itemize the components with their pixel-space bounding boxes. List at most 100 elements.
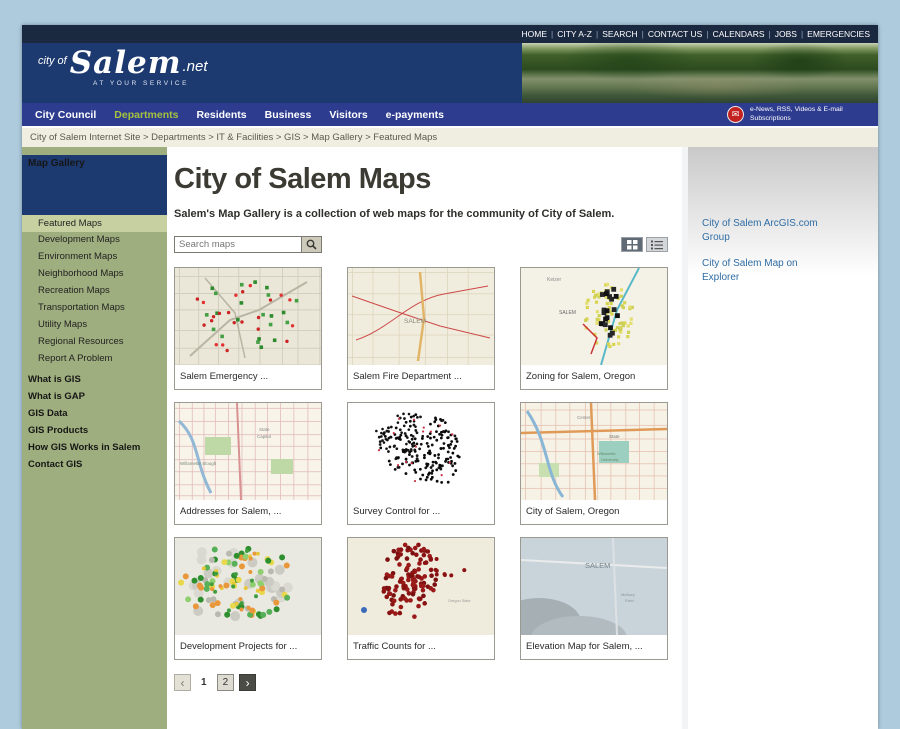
logo-suffix: .net (182, 58, 208, 75)
search-icon (306, 239, 317, 250)
grid-view-button[interactable] (621, 237, 643, 252)
topbar-link-search[interactable]: SEARCH (602, 29, 637, 39)
subscriptions-link[interactable]: ✉ e-News, RSS, Videos & E-mail Subscript… (727, 106, 878, 123)
svg-text:Willamette: Willamette (597, 451, 616, 456)
page-2-button[interactable]: 2 (216, 674, 235, 691)
map-card-title[interactable]: City of Salem, Oregon (521, 500, 667, 524)
sidebar-item-how-gis-works[interactable]: How GIS Works in Salem (22, 439, 167, 456)
map-card-title[interactable]: Salem Emergency ... (175, 365, 321, 389)
next-page-button[interactable]: › (239, 674, 257, 691)
svg-text:Center: Center (577, 415, 591, 420)
separator: | (596, 29, 599, 39)
main-nav: City Council Departments Residents Busin… (22, 103, 878, 126)
svg-text:SALEM: SALEM (559, 310, 576, 316)
map-card-development-projects[interactable]: Development Projects for ... (174, 537, 322, 660)
map-thumbnail-city: Center State WillametteUniversity (521, 403, 667, 500)
nav-item-city-council[interactable]: City Council (26, 109, 105, 121)
sidebar-item-neighborhood-maps[interactable]: Neighborhood Maps (22, 266, 167, 283)
map-card-zoning[interactable]: Keizer SALEM Zoning for Salem, Oregon (520, 267, 668, 390)
svg-text:State: State (609, 434, 620, 439)
topbar-link-emergencies[interactable]: EMERGENCIES (807, 29, 870, 39)
nav-item-departments[interactable]: Departments (105, 109, 187, 121)
svg-text:Keizer: Keizer (547, 277, 562, 283)
nav-item-business[interactable]: Business (256, 109, 321, 121)
svg-text:Capitol: Capitol (257, 434, 271, 439)
sidebar-item-report-a-problem[interactable]: Report A Problem (22, 350, 167, 367)
sidebar-item-environment-maps[interactable]: Environment Maps (22, 249, 167, 266)
main-content: City of Salem Maps Salem's Map Gallery i… (167, 147, 682, 729)
map-card-title[interactable]: Traffic Counts for ... (348, 635, 494, 659)
search-input[interactable] (174, 236, 302, 253)
topbar-link-calendars[interactable]: CALENDARS (713, 29, 765, 39)
map-card-title[interactable]: Zoning for Salem, Oregon (521, 365, 667, 389)
nav-item-e-payments[interactable]: e-payments (377, 109, 453, 121)
svg-text:SALEM: SALEM (585, 561, 610, 570)
topbar-link-jobs[interactable]: JOBS (775, 29, 797, 39)
view-toggles (621, 237, 668, 252)
arcgis-group-link[interactable]: City of Salem ArcGIS.com Group (702, 217, 834, 244)
separator: | (641, 29, 644, 39)
envelope-icon: ✉ (727, 106, 744, 123)
page: HOME | CITY A-Z | SEARCH | CONTACT US | CALE… (22, 25, 878, 729)
nav-item-visitors[interactable]: Visitors (320, 109, 376, 121)
utility-nav: HOME | CITY A-Z | SEARCH | CONTACT US | CALE… (22, 25, 878, 43)
sidebar-item-development-maps[interactable]: Development Maps (22, 232, 167, 249)
separator: | (800, 29, 804, 39)
banner-photo (522, 43, 878, 103)
map-thumbnail-addresses: Willamette Slough State Capitol (175, 403, 321, 500)
grid-view-icon (626, 239, 637, 249)
sidebar-item-what-is-gap[interactable]: What is GAP (22, 389, 167, 406)
right-sidebar: City of Salem ArcGIS.com Group City of S… (688, 147, 878, 729)
separator: | (550, 29, 554, 39)
site-logo[interactable]: city ofSalem.net AT YOUR SERVICE (22, 43, 522, 103)
sidebar-item-regional-resources[interactable]: Regional Resources (22, 333, 167, 350)
sidebar-item-what-is-gis[interactable]: What is GIS (22, 372, 167, 389)
logo-main: Salem (69, 45, 182, 81)
topbar-link-city-a-z[interactable]: CITY A-Z (557, 29, 592, 39)
map-card-survey-control[interactable]: Survey Control for ... (347, 402, 495, 525)
prev-page-button[interactable]: ‹ (174, 674, 191, 691)
map-card-fire-department[interactable]: SALEM Salem Fire Department ... (347, 267, 495, 390)
svg-text:SALEM: SALEM (404, 318, 426, 325)
sidebar-item-contact-gis[interactable]: Contact GIS (22, 456, 167, 473)
map-card-city-of-salem[interactable]: Center State Willamette University City of … (520, 402, 668, 525)
map-explorer-link[interactable]: City of Salem Map on Explorer (702, 257, 834, 284)
map-thumbnail-development (175, 538, 321, 635)
list-view-icon (651, 240, 663, 249)
map-card-salem-emergency[interactable]: Salem Emergency ... (174, 267, 322, 390)
logo-text: city ofSalem.net (38, 48, 522, 79)
sidebar-item-gis-data[interactable]: GIS Data (22, 406, 167, 423)
nav-item-residents[interactable]: Residents (187, 109, 255, 121)
map-card-title[interactable]: Addresses for Salem, ... (175, 500, 321, 524)
sidebar-item-utility-maps[interactable]: Utility Maps (22, 316, 167, 333)
sidebar-item-transportation-maps[interactable]: Transportation Maps (22, 299, 167, 316)
search-button[interactable] (302, 236, 322, 253)
sidebar-item-gis-products[interactable]: GIS Products (22, 423, 167, 440)
topbar-link-home[interactable]: HOME (521, 29, 547, 39)
svg-text:University: University (601, 457, 619, 462)
map-card-title[interactable]: Development Projects for ... (175, 635, 321, 659)
map-card-title[interactable]: Survey Control for ... (348, 500, 494, 524)
map-card-title[interactable]: Salem Fire Department ... (348, 365, 494, 389)
map-card-traffic-counts[interactable]: Oregon State Traffic Counts for ... (347, 537, 495, 660)
page-title: City of Salem Maps (174, 163, 431, 195)
map-card-title[interactable]: Elevation Map for Salem, ... (521, 635, 667, 659)
map-thumbnail-traffic: Oregon State (348, 538, 494, 635)
topbar-link-contact-us[interactable]: CONTACT US (648, 29, 702, 39)
content-row: Map Gallery Featured Maps Development Ma… (22, 147, 878, 729)
sidebar-item-recreation-maps[interactable]: Recreation Maps (22, 283, 167, 300)
svg-text:Willamette Slough: Willamette Slough (180, 461, 217, 466)
sidebar-item-map-gallery[interactable]: Map Gallery (22, 155, 167, 215)
map-card-addresses[interactable]: Willamette Slough State Capitol Addresses … (174, 402, 322, 525)
map-thumbnail-fire: SALEM (348, 268, 494, 365)
svg-text:Oregon State: Oregon State (448, 599, 471, 603)
intro-text: Salem's Map Gallery is a collection of w… (174, 208, 615, 220)
sidebar-item-featured-maps[interactable]: Featured Maps (22, 215, 167, 232)
map-thumbnail-survey (348, 403, 494, 500)
breadcrumb[interactable]: City of Salem Internet Site > Department… (22, 126, 878, 147)
page-1-button[interactable]: 1 (196, 675, 212, 690)
list-view-button[interactable] (646, 237, 668, 252)
map-card-elevation[interactable]: SALEM McNary Field Elevation Map for Salem… (520, 537, 668, 660)
subscriptions-label: e-News, RSS, Videos & E-mail Subscriptio… (750, 106, 843, 122)
svg-text:McNary: McNary (621, 592, 635, 597)
